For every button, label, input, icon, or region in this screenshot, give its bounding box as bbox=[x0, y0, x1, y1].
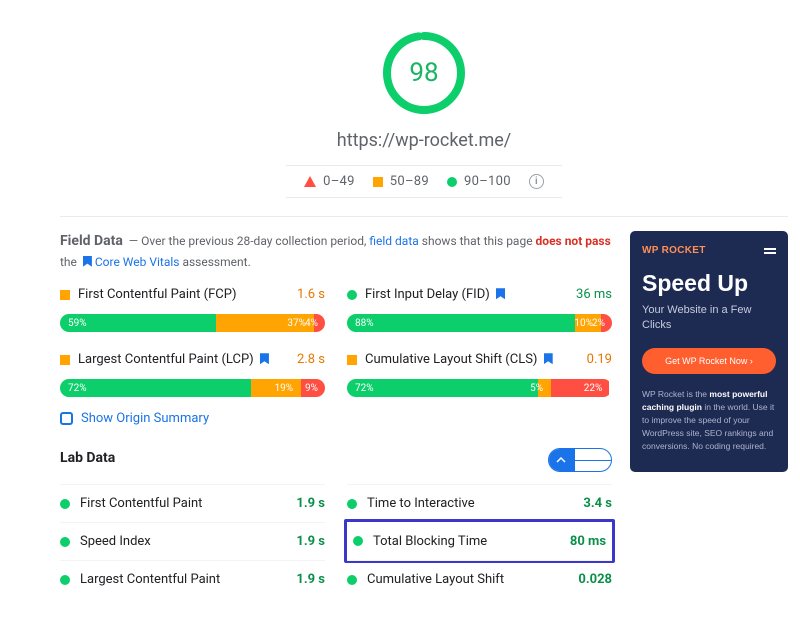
metric-name: Largest Contentful Paint bbox=[80, 572, 286, 587]
score-gauge: 98 bbox=[381, 30, 467, 116]
circle-icon bbox=[347, 575, 357, 585]
legend-mid: 50–89 bbox=[390, 174, 429, 189]
distribution-bar: 72%5%22% bbox=[347, 379, 612, 397]
checkbox-icon bbox=[60, 412, 73, 425]
field-metric: First Input Delay (FID) 36 ms 88%10%2% bbox=[347, 281, 612, 332]
toggle-collapse-icon bbox=[549, 449, 575, 471]
metric-name: Total Blocking Time bbox=[373, 534, 560, 549]
metric-value: 3.4 s bbox=[583, 496, 612, 511]
metric-value: 0.028 bbox=[578, 572, 612, 587]
metric-value: 1.9 s bbox=[296, 534, 325, 549]
bookmark-icon bbox=[496, 288, 505, 299]
bookmark-icon bbox=[83, 256, 92, 267]
field-metric: First Contentful Paint (FCP) 1.6 s 59%37%… bbox=[60, 281, 325, 332]
metric-name: First Contentful Paint bbox=[80, 496, 286, 511]
metric-name: Cumulative Layout Shift (CLS) bbox=[365, 352, 558, 367]
toggle-expand-icon bbox=[575, 449, 611, 471]
lab-metric: Cumulative Layout Shift 0.028 bbox=[347, 560, 612, 598]
screenshot-preview: WP ROCKET Speed Up Your Website in a Few… bbox=[630, 231, 788, 472]
score-legend: 0–49 50–89 90–100 i bbox=[286, 165, 562, 198]
sq-icon bbox=[347, 355, 357, 365]
metric-name: First Input Delay (FID) bbox=[365, 287, 558, 302]
hero-blurb: WP Rocket is the most powerful caching p… bbox=[642, 388, 776, 454]
metric-value: 80 ms bbox=[570, 534, 606, 549]
info-icon[interactable]: i bbox=[529, 174, 544, 189]
metric-name: First Contentful Paint (FCP) bbox=[78, 287, 271, 302]
metric-value: 2.8 s bbox=[279, 352, 325, 367]
lab-metric: Speed Index 1.9 s bbox=[60, 522, 325, 560]
lab-data-title: Lab Data bbox=[60, 450, 115, 466]
view-toggle[interactable] bbox=[548, 448, 612, 472]
brand-logo: WP ROCKET bbox=[642, 245, 706, 256]
circle-icon bbox=[60, 499, 70, 509]
triangle-icon bbox=[304, 176, 316, 187]
distribution-bar: 59%37%4% bbox=[60, 314, 325, 332]
circ-icon bbox=[347, 290, 357, 300]
metric-name: Speed Index bbox=[80, 534, 286, 549]
circle-icon bbox=[60, 575, 70, 585]
square-icon bbox=[373, 177, 383, 187]
field-data-link[interactable]: field data bbox=[369, 234, 418, 248]
hero-headline: Speed Up bbox=[642, 270, 776, 297]
lab-metric: Largest Contentful Paint 1.9 s bbox=[60, 560, 325, 598]
cta-button: Get WP Rocket Now › bbox=[642, 348, 776, 374]
field-metric: Largest Contentful Paint (LCP) 2.8 s 72%1… bbox=[60, 346, 325, 397]
menu-icon bbox=[764, 246, 776, 256]
metric-name: Largest Contentful Paint (LCP) bbox=[78, 352, 271, 367]
audited-url: https://wp-rocket.me/ bbox=[60, 130, 788, 151]
fail-text: does not pass bbox=[536, 234, 611, 248]
metric-value: 1.6 s bbox=[279, 287, 325, 302]
metric-value: 1.9 s bbox=[296, 496, 325, 511]
metric-value: 0.19 bbox=[566, 352, 612, 367]
lab-metric: First Contentful Paint 1.9 s bbox=[60, 484, 325, 522]
metric-value: 36 ms bbox=[566, 287, 612, 302]
sq-icon bbox=[60, 355, 70, 365]
circle-icon bbox=[447, 177, 457, 187]
legend-bad: 0–49 bbox=[323, 174, 355, 189]
distribution-bar: 72%19%9% bbox=[60, 379, 325, 397]
metric-value: 1.9 s bbox=[296, 572, 325, 587]
legend-good: 90–100 bbox=[464, 174, 511, 189]
field-data-title: Field Data bbox=[60, 233, 123, 249]
sq-icon bbox=[60, 290, 70, 300]
metric-name: Time to Interactive bbox=[367, 496, 573, 511]
core-web-vitals-link[interactable]: Core Web Vitals bbox=[95, 255, 180, 269]
field-metric: Cumulative Layout Shift (CLS) 0.19 72%5%2… bbox=[347, 346, 612, 397]
metric-name: Cumulative Layout Shift bbox=[367, 572, 568, 587]
score-value: 98 bbox=[409, 58, 438, 88]
circle-icon bbox=[347, 499, 357, 509]
lab-metric: Time to Interactive 3.4 s bbox=[347, 484, 612, 522]
circle-icon bbox=[60, 537, 70, 547]
bookmark-icon bbox=[544, 353, 553, 364]
bookmark-icon bbox=[260, 353, 269, 364]
show-origin-summary[interactable]: Show Origin Summary bbox=[60, 411, 612, 426]
hero-sub: Your Website in a Few Clicks bbox=[642, 303, 776, 334]
distribution-bar: 88%10%2% bbox=[347, 314, 612, 332]
origin-label: Show Origin Summary bbox=[81, 411, 209, 426]
circle-icon bbox=[353, 536, 363, 546]
lab-metric: Total Blocking Time 80 ms bbox=[344, 519, 615, 563]
